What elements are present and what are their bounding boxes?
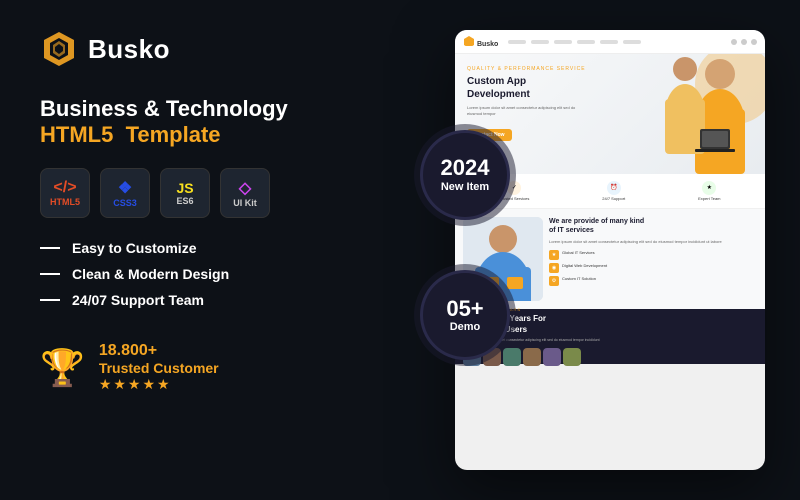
- service-mini-2: ⏰ 24/7 Support: [602, 181, 625, 202]
- feature-text-3: 24/07 Support Team: [72, 292, 204, 308]
- trusted-stars: ★★★★★: [99, 376, 219, 393]
- hero-desc: Lorem ipsum dolor sit amet consectetur a…: [467, 105, 587, 117]
- feature-dash: [40, 273, 60, 275]
- trusted-info: 18.800+ Trusted Customer ★★★★★: [99, 342, 219, 393]
- mockup-nav-icons: [731, 39, 757, 45]
- it-service-label-3: Custom IT Solution: [562, 276, 596, 282]
- headline: Business & Technology HTML5 Template: [40, 96, 390, 148]
- nav-icon: [741, 39, 747, 45]
- service-icon-2: ⏰: [607, 181, 621, 195]
- hero-subtitle: Quality & Performance Service: [467, 66, 753, 72]
- nav-link: [577, 40, 595, 44]
- service-mini-3: ★ Expert Team: [698, 181, 720, 202]
- new-item-year: 2024: [441, 156, 490, 180]
- service-icon-1: ✓: [507, 181, 521, 195]
- nav-link: [508, 40, 526, 44]
- headline-template: Template: [126, 122, 221, 147]
- cta-desc: Lorem ipsum dolor sit amet consectetur a…: [463, 338, 757, 343]
- mockup-nav-logo: Busko: [463, 36, 498, 48]
- website-mockup: Busko: [455, 30, 765, 470]
- service-icon-3: ★: [702, 181, 716, 195]
- right-panel: 2024 New Item 05+ Demo Busko: [430, 0, 800, 500]
- it-section-title: We are provide of many kindof IT service…: [549, 217, 757, 235]
- headline-html5: HTML5: [40, 122, 113, 147]
- headline-line2: HTML5 Template: [40, 122, 390, 148]
- feature-dash: [40, 247, 60, 249]
- it-service-icon-2: ◉: [549, 263, 559, 273]
- feature-item-1: Easy to Customize: [40, 240, 390, 256]
- it-section-desc: Lorem ipsum dolor sit amet consectetur a…: [549, 239, 757, 245]
- demo-badge: 05+ Demo: [420, 270, 510, 360]
- brand-logo-icon: [40, 30, 78, 68]
- brand-name: Busko: [88, 34, 170, 65]
- cta-people: [463, 348, 757, 366]
- person-thumb-5: [543, 348, 561, 366]
- css-label: CSS3: [113, 198, 137, 208]
- left-panel: Busko Business & Technology HTML5 Templa…: [0, 0, 430, 500]
- it-service-1: ★ Global IT Services: [549, 250, 757, 260]
- mockup-nav: Busko: [455, 30, 765, 54]
- nav-icon: [731, 39, 737, 45]
- person-thumb-3: [503, 348, 521, 366]
- it-content: We are provide of many kindof IT service…: [549, 217, 757, 301]
- it-service-3: ⚙ Custom IT Solution: [549, 276, 757, 286]
- demo-label: Demo: [450, 321, 481, 333]
- nav-link: [600, 40, 618, 44]
- nav-link: [554, 40, 572, 44]
- html-badge: </> HTML5: [40, 168, 90, 218]
- box-icon: ◇: [239, 178, 251, 198]
- features-list: Easy to Customize Clean & Modern Design …: [40, 240, 390, 318]
- feature-text-2: Clean & Modern Design: [72, 266, 229, 282]
- box-badge: ◇ UI Kit: [220, 168, 270, 218]
- person-thumb-4: [523, 348, 541, 366]
- trophy-icon: 🏆: [40, 347, 85, 389]
- feature-item-2: Clean & Modern Design: [40, 266, 390, 282]
- css-icon: ❖: [118, 178, 132, 198]
- service-title-3: Expert Team: [698, 197, 720, 202]
- headline-line1: Business & Technology: [40, 96, 390, 122]
- trusted-label: Trusted Customer: [99, 360, 219, 376]
- trusted-count: 18.800+: [99, 342, 219, 360]
- js-badge: JS ES6: [160, 168, 210, 218]
- box-label: UI Kit: [233, 198, 257, 208]
- feature-text-1: Easy to Customize: [72, 240, 196, 256]
- new-item-label: New Item: [441, 181, 489, 194]
- mockup-nav-links: [508, 40, 641, 44]
- hero-title: Custom AppDevelopment: [467, 75, 753, 101]
- html-icon: </>: [53, 179, 76, 197]
- nav-link: [623, 40, 641, 44]
- nav-icon: [751, 39, 757, 45]
- it-service-label-1: Global IT Services: [562, 250, 595, 256]
- tech-badges: </> HTML5 ❖ CSS3 JS ES6 ◇ UI Kit: [40, 168, 390, 218]
- feature-dash: [40, 299, 60, 301]
- person-thumb-6: [563, 348, 581, 366]
- feature-item-3: 24/07 Support Team: [40, 292, 390, 308]
- demo-count: 05+: [446, 297, 483, 321]
- html-label: HTML5: [50, 197, 80, 207]
- hero-content: Quality & Performance Service Custom App…: [467, 66, 753, 141]
- new-item-badge: 2024 New Item: [420, 130, 510, 220]
- it-service-2: ◉ Digital Web Development: [549, 263, 757, 273]
- nav-link: [531, 40, 549, 44]
- service-title-2: 24/7 Support: [602, 197, 625, 202]
- js-label: ES6: [176, 196, 193, 206]
- it-service-icon-3: ⚙: [549, 276, 559, 286]
- logo-area: Busko: [40, 30, 390, 68]
- it-service-label-2: Digital Web Development: [562, 263, 607, 269]
- js-icon: JS: [176, 180, 193, 196]
- it-service-icon-1: ★: [549, 250, 559, 260]
- trusted-section: 🏆 18.800+ Trusted Customer ★★★★★: [40, 342, 390, 393]
- css-badge: ❖ CSS3: [100, 168, 150, 218]
